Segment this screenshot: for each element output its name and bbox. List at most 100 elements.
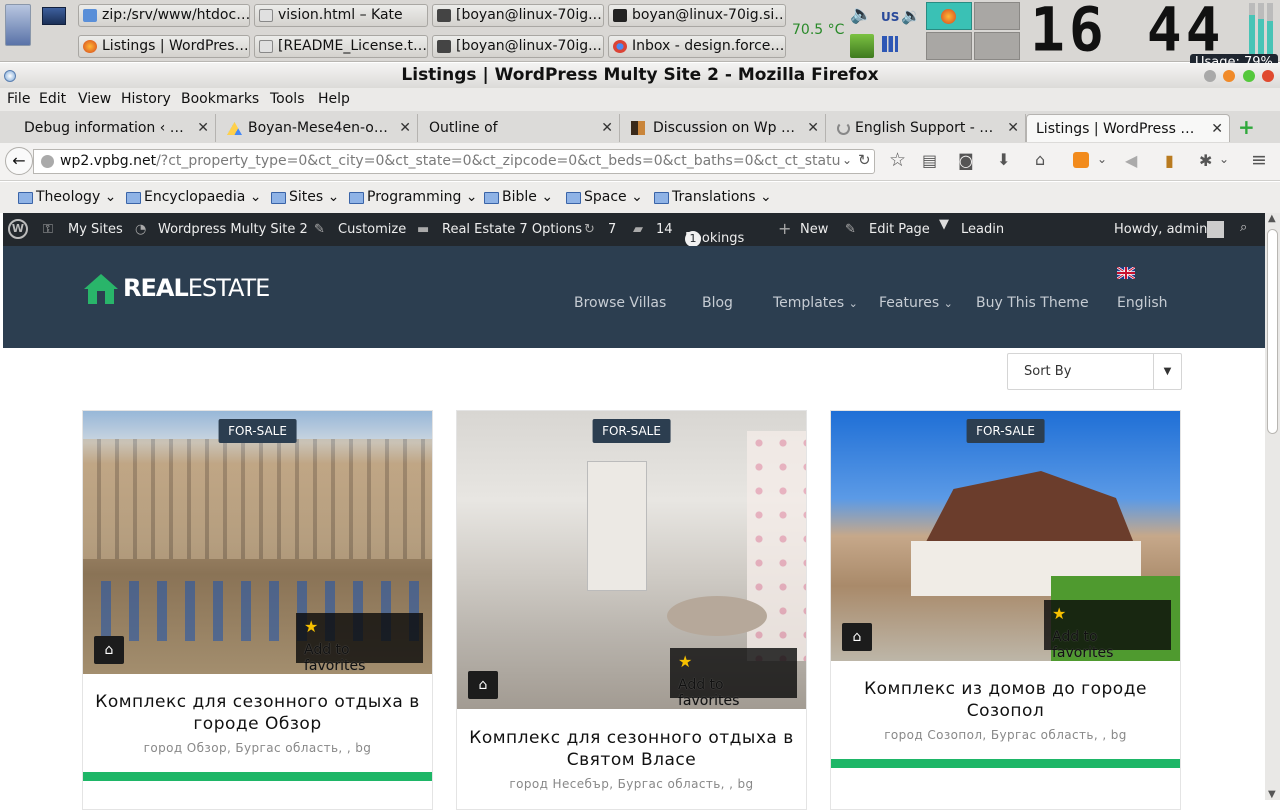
home-icon[interactable]: ⌂ xyxy=(94,636,124,664)
reload-icon[interactable]: ↻ xyxy=(858,151,871,169)
bookmark-folder[interactable]: Bible ⌄ xyxy=(484,189,553,205)
close-tab-icon[interactable]: ✕ xyxy=(807,114,819,142)
admin-theme-options[interactable]: Real Estate 7 Options xyxy=(442,222,582,237)
tab[interactable]: Discussion on Wp … ✕ xyxy=(622,114,826,142)
home-icon[interactable]: ⌂ xyxy=(468,671,498,699)
close-button[interactable] xyxy=(1262,70,1274,82)
home-icon[interactable]: ⌂ xyxy=(842,623,872,651)
admin-howdy[interactable]: Howdy, admin xyxy=(1114,222,1207,237)
volume-icon[interactable]: 🔉 xyxy=(901,6,921,25)
chevron-down-icon[interactable]: ⌄ xyxy=(1097,152,1107,166)
nav-features[interactable]: Features ⌄ xyxy=(879,295,953,311)
listing-title[interactable]: Комплекс для сезонного отдыха в Святом В… xyxy=(467,727,796,771)
taskbar-task[interactable]: [boyan@linux-70ig.… xyxy=(432,4,604,27)
add-to-favorites-button[interactable]: ★ Add to favorites xyxy=(670,648,797,709)
admin-edit-page[interactable]: Edit Page xyxy=(869,222,930,237)
listing-title[interactable]: Комплекс для сезонного отдыха в городе О… xyxy=(93,691,422,735)
info-icon[interactable] xyxy=(41,155,54,168)
tab[interactable]: Boyan-Mese4en-o… ✕ xyxy=(218,114,418,142)
app-launcher-icon[interactable] xyxy=(5,4,31,46)
menu-help[interactable]: Help xyxy=(318,91,350,107)
admin-my-sites[interactable]: My Sites xyxy=(68,222,123,237)
search-icon[interactable]: ⌕ xyxy=(1240,220,1247,235)
nav-templates[interactable]: Templates ⌄ xyxy=(773,295,858,311)
rss-icon[interactable] xyxy=(1073,152,1089,168)
listing-photo[interactable]: FOR-SALE ⌂ ★ Add to favorites xyxy=(83,411,432,674)
chevron-down-icon[interactable]: ⌄ xyxy=(1219,152,1229,166)
bookmark-folder[interactable]: Theology ⌄ xyxy=(18,189,116,205)
tab[interactable]: Debug information ‹ … ✕ xyxy=(0,114,216,142)
download-icon[interactable]: ⬇ xyxy=(997,150,1010,169)
listing-card[interactable]: FOR-SALE ⌂ ★ Add to favorites Комплекс дл… xyxy=(456,410,807,810)
send-icon[interactable]: ◀ xyxy=(1125,151,1137,170)
close-tab-icon[interactable]: ✕ xyxy=(1211,115,1223,142)
add-to-favorites-button[interactable]: ★ Add to favorites xyxy=(296,613,423,674)
nav-browse-villas[interactable]: Browse Villas xyxy=(574,295,666,311)
taskbar-task[interactable]: zip:/srv/www/htdoc… xyxy=(78,4,250,27)
nav-buy-theme[interactable]: Buy This Theme xyxy=(976,295,1089,311)
wordpress-logo-icon[interactable]: W xyxy=(8,219,28,239)
bookmark-folder[interactable]: Encyclopaedia ⌄ xyxy=(126,189,261,205)
menu-edit[interactable]: Edit xyxy=(39,91,66,107)
speaker-icon[interactable]: 🔈 xyxy=(850,4,872,25)
reader-list-icon[interactable]: ▤ xyxy=(922,151,937,170)
bookmark-folder[interactable]: Space ⌄ xyxy=(566,189,643,205)
taskbar-task[interactable]: [boyan@linux-70ig.… xyxy=(432,35,604,58)
taskbar-task[interactable]: vision.html – Kate xyxy=(254,4,428,27)
battery-icon[interactable] xyxy=(850,34,874,58)
network-signal-icon[interactable] xyxy=(882,36,898,52)
bookmark-folder[interactable]: Programming ⌄ xyxy=(349,189,478,205)
window-menu-icon[interactable] xyxy=(4,70,16,82)
bookmark-folder[interactable]: Sites ⌄ xyxy=(271,189,339,205)
hamburger-menu-icon[interactable]: ≡ xyxy=(1251,149,1267,171)
addon-icon[interactable]: ✱ xyxy=(1199,151,1212,170)
show-desktop-icon[interactable] xyxy=(42,7,66,25)
close-tab-icon[interactable]: ✕ xyxy=(601,114,613,142)
close-tab-icon[interactable]: ✕ xyxy=(399,114,411,142)
taskbar-task[interactable]: Inbox - design.force… xyxy=(608,35,786,58)
new-tab-icon[interactable]: + xyxy=(1238,115,1255,139)
bookmark-folder[interactable]: Translations ⌄ xyxy=(654,189,772,205)
nav-language[interactable]: English xyxy=(1117,295,1168,311)
workspace-3[interactable] xyxy=(926,32,972,60)
menu-tools[interactable]: Tools xyxy=(270,91,305,107)
admin-site-name[interactable]: Wordpress Multy Site 2 xyxy=(158,222,308,237)
back-button[interactable]: ← xyxy=(5,147,33,175)
sort-by-select[interactable]: Sort By ▼ xyxy=(1007,353,1182,390)
admin-leadin[interactable]: Leadin xyxy=(961,222,1004,237)
menu-file[interactable]: File xyxy=(7,91,30,107)
window-titlebar[interactable]: Listings | WordPress Multy Site 2 - Mozi… xyxy=(0,63,1280,88)
listing-photo[interactable]: FOR-SALE ⌂ ★ Add to favorites xyxy=(831,411,1180,661)
admin-updates-count[interactable]: 7 xyxy=(608,222,616,237)
url-dropdown-icon[interactable]: ⌄ xyxy=(842,153,852,167)
listing-photo[interactable]: FOR-SALE ⌂ ★ Add to favorites xyxy=(457,411,806,709)
admin-comments-count[interactable]: 14 xyxy=(656,222,673,237)
close-tab-icon[interactable]: ✕ xyxy=(1007,114,1019,142)
menu-history[interactable]: History xyxy=(121,91,171,107)
add-to-favorites-button[interactable]: ★ Add to favorites xyxy=(1044,600,1171,661)
scroll-up-icon[interactable]: ▲ xyxy=(1268,213,1276,224)
scrollbar-thumb[interactable] xyxy=(1267,229,1278,434)
tab[interactable]: English Support - … ✕ xyxy=(828,114,1026,142)
site-logo[interactable]: REALESTATE xyxy=(123,274,270,302)
close-tab-icon[interactable]: ✕ xyxy=(197,114,209,142)
taskbar-task[interactable]: [README_License.t… xyxy=(254,35,428,58)
keyboard-layout[interactable]: US xyxy=(881,10,899,24)
home-icon[interactable]: ⌂ xyxy=(1035,150,1045,169)
taskbar-task[interactable]: boyan@linux-70ig.si… xyxy=(608,4,786,27)
workspace-4[interactable] xyxy=(974,32,1020,60)
menu-bookmarks[interactable]: Bookmarks xyxy=(181,91,259,107)
scroll-down-icon[interactable]: ▼ xyxy=(1268,789,1276,800)
avatar[interactable] xyxy=(1207,221,1224,238)
maximize-button[interactable] xyxy=(1243,70,1255,82)
menu-view[interactable]: View xyxy=(78,91,111,107)
shade-button[interactable] xyxy=(1223,70,1235,82)
admin-customize[interactable]: Customize xyxy=(338,222,406,237)
taskbar-task[interactable]: Listings | WordPres… xyxy=(78,35,250,58)
pocket-icon[interactable]: ◙ xyxy=(958,151,974,170)
nav-blog[interactable]: Blog xyxy=(702,295,733,311)
listing-card[interactable]: FOR-SALE ⌂ ★ Add to favorites Комплекс дл… xyxy=(82,410,433,810)
workspace-1[interactable] xyxy=(926,2,972,30)
page-scrollbar[interactable]: ▲ ▼ xyxy=(1265,213,1280,800)
bookmark-star-icon[interactable]: ☆ xyxy=(889,149,906,171)
